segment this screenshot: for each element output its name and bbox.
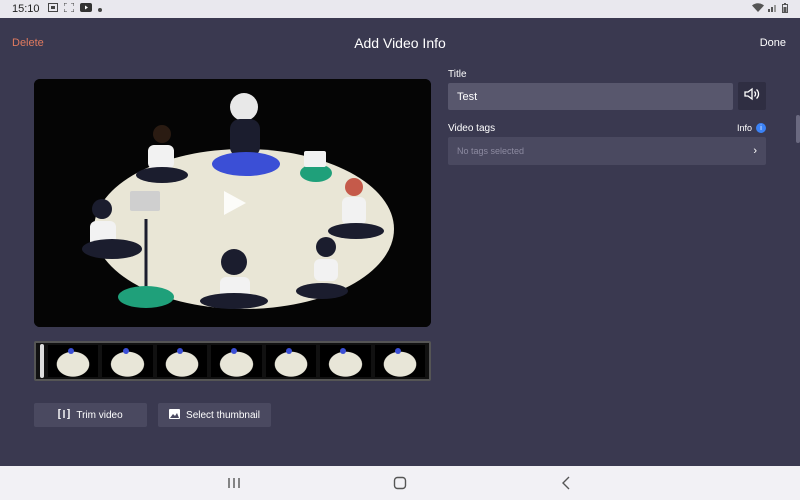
signal-icon: [768, 3, 778, 15]
screenshot-icon: [47, 3, 58, 15]
timeline-frame: [374, 345, 425, 377]
info-icon: i: [756, 123, 766, 133]
timeline-frame: [156, 345, 208, 377]
timeline-frame: [211, 345, 262, 377]
video-tags-label: Video tags: [448, 123, 496, 134]
recent-apps-button[interactable]: [226, 475, 242, 491]
back-icon: [562, 476, 570, 490]
info-link[interactable]: Info i: [737, 123, 766, 133]
dot-icon: [97, 3, 102, 15]
recent-apps-icon: [228, 478, 240, 488]
timeline-frame: [265, 345, 317, 377]
trim-icon: [58, 407, 71, 422]
status-left-icons: [47, 2, 102, 15]
tags-placeholder: No tags selected: [457, 146, 525, 156]
video-frame-illustration: [34, 79, 431, 327]
home-icon: [393, 476, 407, 490]
scan-icon: [63, 2, 75, 15]
status-right-icons: [752, 2, 788, 16]
title-input[interactable]: [448, 83, 733, 110]
timeline-frame: [320, 345, 371, 377]
title-label: Title: [448, 69, 467, 80]
chevron-right-icon: ›: [753, 145, 757, 157]
select-thumbnail-label: Select thumbnail: [186, 409, 260, 421]
image-icon: [169, 408, 181, 422]
battery-icon: [782, 2, 788, 16]
status-bar: 15:10: [0, 0, 800, 18]
scrollbar[interactable]: [796, 115, 800, 143]
done-button[interactable]: Done: [760, 37, 786, 49]
info-label: Info: [736, 123, 752, 133]
back-button[interactable]: [558, 475, 574, 491]
video-preview[interactable]: [34, 79, 431, 327]
app-bar: Delete Add Video Info Done: [0, 18, 800, 68]
timeline-frame: [48, 345, 99, 377]
youtube-icon: [79, 3, 92, 15]
delete-button[interactable]: Delete: [12, 37, 44, 49]
page-title: Add Video Info: [354, 35, 446, 51]
home-button[interactable]: [392, 475, 408, 491]
video-tags-selector[interactable]: No tags selected ›: [448, 137, 766, 165]
select-thumbnail-button[interactable]: Select thumbnail: [158, 403, 271, 427]
speaker-button[interactable]: [738, 82, 766, 110]
speaker-icon: [744, 87, 760, 106]
trim-video-label: Trim video: [76, 409, 123, 421]
wifi-icon: [752, 3, 764, 15]
trim-video-button[interactable]: Trim video: [34, 403, 147, 427]
trim-handle-left[interactable]: [40, 344, 44, 378]
video-timeline[interactable]: [34, 341, 431, 381]
system-nav-bar: [0, 466, 800, 500]
status-time: 15:10: [12, 3, 40, 15]
timeline-frame: [102, 345, 153, 377]
